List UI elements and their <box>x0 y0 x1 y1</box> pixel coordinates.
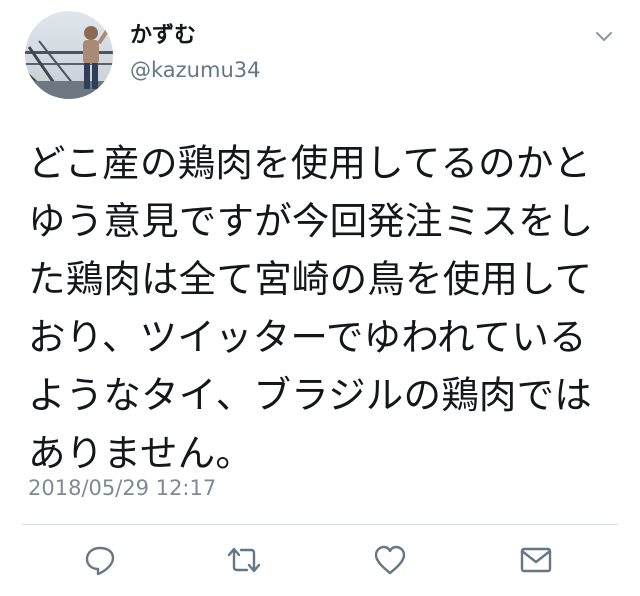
retweet-icon <box>227 547 261 573</box>
tweet-text-line: ゆう意見ですが今回発注ミスをし <box>28 199 594 243</box>
tweet-timestamp[interactable]: 2018/05/29 12:17 <box>28 474 216 502</box>
avatar[interactable] <box>25 11 113 99</box>
tweet-text-line: おり、ツイッターでゆわれている <box>28 315 587 359</box>
profile-photo-icon <box>25 11 113 99</box>
reply-icon <box>85 546 115 576</box>
chevron-down-icon[interactable] <box>592 28 616 46</box>
tweet-text-line: ようなタイ、ブラジルの鶏肉では <box>28 373 592 417</box>
display-name[interactable]: かずむ <box>130 22 196 50</box>
action-bar <box>0 540 640 580</box>
tweet-card: かずむ @kazumu34 どこ産の鶏肉を使用してるのかと ゆう意見ですが今回発… <box>0 0 640 596</box>
tweet-text: どこ産の鶏肉を使用してるのかと ゆう意見ですが今回発注ミスをし た鶏肉は全て宮崎… <box>28 134 618 482</box>
tweet-text-line: た鶏肉は全て宮崎の鳥を使用して <box>28 257 593 301</box>
direct-message-button[interactable] <box>516 540 556 580</box>
envelope-icon <box>520 547 552 573</box>
reply-button[interactable] <box>80 540 120 580</box>
like-button[interactable] <box>370 540 410 580</box>
retweet-button[interactable] <box>224 540 264 580</box>
user-handle[interactable]: @kazumu34 <box>130 56 260 84</box>
heart-icon <box>374 545 406 575</box>
tweet-text-line: どこ産の鶏肉を使用してるのかと <box>28 141 592 185</box>
divider <box>22 524 618 525</box>
